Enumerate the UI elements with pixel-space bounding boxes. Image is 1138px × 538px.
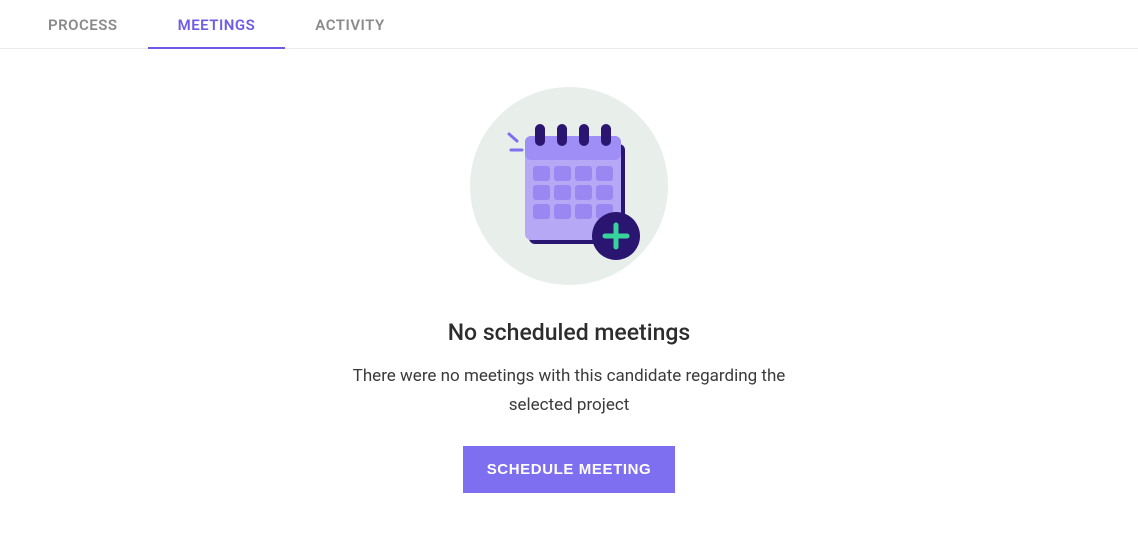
tab-process[interactable]: PROCESS (48, 16, 118, 48)
schedule-meeting-button[interactable]: SCHEDULE MEETING (463, 446, 676, 493)
empty-state: No scheduled meetings There were no meet… (0, 49, 1138, 493)
tabs-nav: PROCESS MEETINGS ACTIVITY (0, 0, 1138, 49)
empty-state-title: No scheduled meetings (448, 319, 691, 346)
tab-meetings[interactable]: MEETINGS (178, 16, 256, 48)
empty-state-subtitle: There were no meetings with this candida… (329, 362, 809, 420)
tab-activity[interactable]: ACTIVITY (315, 16, 384, 48)
calendar-add-icon (470, 87, 668, 285)
